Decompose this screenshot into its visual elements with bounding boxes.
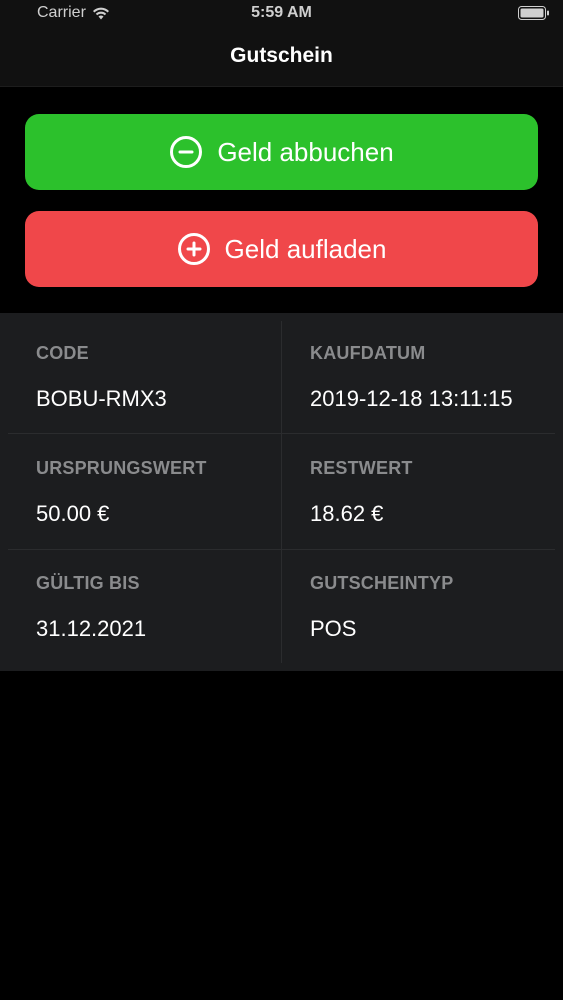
detail-voucher-type: GUTSCHEINTYP POS (310, 543, 563, 658)
detail-valid-until: GÜLTIG BIS 31.12.2021 (36, 543, 306, 658)
detail-value: POS (310, 616, 357, 641)
status-bar: Carrier 5:59 AM (0, 0, 563, 30)
top-up-money-button[interactable]: Geld aufladen (25, 211, 538, 287)
detail-purchase-date: KAUFDATUM 2019-12-18 13:11:15 (310, 313, 563, 428)
navigation-bar: Gutschein (0, 30, 563, 87)
detail-value: 2019-12-18 13:11:15 (310, 386, 513, 411)
detail-remaining-value: RESTWERT 18.62 € (310, 428, 563, 543)
debit-money-button[interactable]: Geld abbuchen (25, 114, 538, 190)
battery-icon (518, 6, 549, 20)
detail-label: URSPRUNGSWERT (36, 458, 207, 478)
detail-value: 31.12.2021 (36, 616, 147, 641)
plus-circle-icon (177, 233, 210, 265)
detail-value: 50.00 € (36, 501, 110, 526)
voucher-screen: Carrier 5:59 AM Gutschein Geld abbuchen (0, 0, 563, 1000)
detail-value: BOBU-RMX3 (36, 386, 167, 411)
detail-value: 18.62 € (310, 501, 384, 526)
top-up-money-label: Geld aufladen (224, 233, 387, 264)
page-title: Gutschein (230, 44, 333, 67)
detail-label: GUTSCHEINTYP (310, 573, 454, 593)
detail-code: CODE BOBU-RMX3 (36, 313, 306, 428)
detail-label: RESTWERT (310, 458, 413, 478)
voucher-details-panel: CODE BOBU-RMX3 KAUFDATUM 2019-12-18 13:1… (0, 313, 563, 671)
debit-money-label: Geld abbuchen (217, 136, 394, 167)
minus-circle-icon (170, 136, 203, 168)
detail-label: CODE (36, 343, 89, 363)
detail-original-value: URSPRUNGSWERT 50.00 € (36, 428, 306, 543)
status-time: 5:59 AM (251, 4, 312, 21)
detail-label: GÜLTIG BIS (36, 573, 140, 593)
detail-label: KAUFDATUM (310, 343, 426, 363)
